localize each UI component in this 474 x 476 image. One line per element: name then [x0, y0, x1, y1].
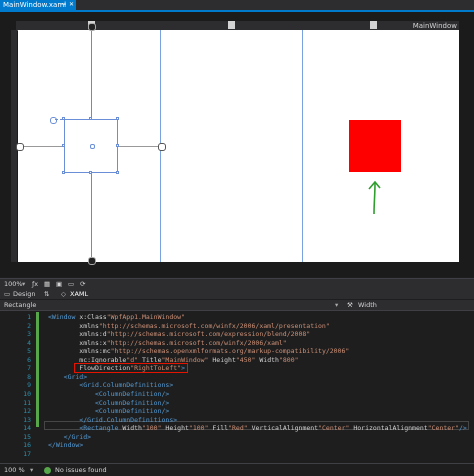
line-number: 17 [23, 449, 31, 458]
code-line[interactable]: </Grid> [48, 433, 91, 441]
code-line[interactable]: <Rectangle Width"100" Height"100" Fill"R… [48, 424, 467, 432]
column-divider[interactable] [302, 30, 303, 262]
tab-xaml[interactable]: XAML [70, 290, 88, 298]
line-number: 9 [27, 381, 31, 390]
code-line[interactable]: xmlns"http://schemas.microsoft.com/winfx… [48, 322, 329, 330]
chevron-down-icon[interactable]: ▾ [30, 466, 33, 474]
grid-icon[interactable]: ▦ [44, 280, 50, 288]
left-anchor-icon[interactable] [16, 143, 24, 151]
resize-handle[interactable] [89, 171, 92, 174]
code-line[interactable]: <ColumnDefinition/> [48, 390, 169, 398]
right-anchor-icon[interactable] [158, 143, 166, 151]
zoom-select[interactable]: 100% [4, 280, 23, 288]
line-number: 5 [27, 347, 31, 356]
ruler-icon[interactable]: ▭ [68, 280, 74, 288]
code-line[interactable]: xmlns:x"http://schemas.microsoft.com/win… [48, 339, 286, 347]
line-number: 12 [23, 407, 31, 416]
swap-panes-icon[interactable]: ⇅ [44, 290, 49, 298]
check-icon [44, 467, 51, 474]
red-rectangle[interactable] [349, 120, 401, 172]
refresh-icon[interactable]: ⟳ [80, 280, 85, 288]
resize-handle[interactable] [62, 171, 65, 174]
element-property-bar: Rectangle ▾ ⚒ Width [0, 300, 474, 311]
column-marker[interactable] [370, 21, 377, 29]
highlight-frame [74, 363, 188, 373]
change-indicator [36, 312, 39, 427]
pin-icon[interactable]: ⊸ [61, 0, 66, 10]
line-number: 15 [23, 432, 31, 441]
snap-icon[interactable]: ▣ [56, 280, 62, 288]
rotate-guide [55, 119, 63, 121]
annotation-arrow-icon [368, 180, 381, 215]
top-anchor-icon[interactable] [88, 23, 96, 31]
line-number: 10 [23, 389, 31, 398]
line-number: 11 [23, 398, 31, 407]
resize-handle[interactable] [116, 117, 119, 120]
chevron-down-icon[interactable]: ▾ [22, 280, 25, 288]
column-marker[interactable] [228, 21, 235, 29]
issues-status[interactable]: No issues found [55, 466, 107, 474]
code-line[interactable]: </Window> [48, 441, 83, 449]
window-title: MainWindow [412, 22, 457, 30]
code-line[interactable]: <Grid.ColumnDefinitions> [48, 381, 173, 389]
resize-handle[interactable] [116, 171, 119, 174]
code-line[interactable]: <Window x:Class"WpfApp1.MainWindow" [48, 313, 185, 321]
line-number: 4 [27, 338, 31, 347]
code-line[interactable]: xmlns:mc"http://schemas.openxmlformats.o… [48, 347, 349, 355]
line-number: 2 [27, 321, 31, 330]
resize-handle[interactable] [116, 144, 119, 147]
line-number: 13 [23, 415, 31, 424]
line-number: 7 [27, 364, 31, 373]
tab-mainwindow-xaml[interactable]: MainWindow.xaml ⊸ ✕ [0, 0, 76, 10]
element-selector[interactable]: Rectangle [4, 301, 36, 309]
code-line[interactable]: <Grid> [48, 373, 88, 381]
property-selector[interactable]: Width [358, 301, 377, 309]
editor-zoom[interactable]: 100 % [4, 466, 25, 474]
fx-icon[interactable]: ƒx [32, 280, 38, 288]
designer-toolbar: 100% ▾ ƒx ▦ ▣ ▭ ⟳ [0, 278, 474, 289]
tab-title: MainWindow.xaml [3, 1, 67, 9]
code-line[interactable]: xmlns:d"http://schemas.microsoft.com/exp… [48, 330, 310, 338]
center-handle [90, 144, 95, 149]
xaml-tab-icon: ◇ [61, 290, 66, 298]
design-tab-icon: ▭ [4, 290, 11, 298]
tab-design[interactable]: Design [13, 290, 35, 298]
line-number: 3 [27, 330, 31, 339]
chevron-down-icon[interactable]: ▾ [335, 301, 338, 309]
code-line[interactable]: </Grid.ColumnDefinitions> [48, 416, 177, 424]
line-number: 14 [23, 424, 31, 433]
close-icon[interactable]: ✕ [69, 0, 74, 10]
property-icon: ⚒ [347, 301, 353, 309]
resize-handle[interactable] [89, 117, 92, 120]
line-number: 6 [27, 355, 31, 364]
line-number: 16 [23, 441, 31, 450]
line-number: 8 [27, 372, 31, 381]
code-line[interactable]: <ColumnDefinition/> [48, 407, 169, 415]
selected-rectangle[interactable] [64, 119, 118, 173]
bottom-anchor-icon[interactable] [88, 257, 96, 265]
status-bar: 100 % ▾ No issues found [0, 463, 474, 476]
line-number: 1 [27, 313, 31, 321]
code-line[interactable]: <ColumnDefinition/> [48, 399, 169, 407]
resize-handle[interactable] [62, 144, 65, 147]
document-tab-strip: MainWindow.xaml ⊸ ✕ [0, 0, 474, 12]
view-tabs: ▭ Design ⇅ ◇ XAML [0, 289, 474, 299]
